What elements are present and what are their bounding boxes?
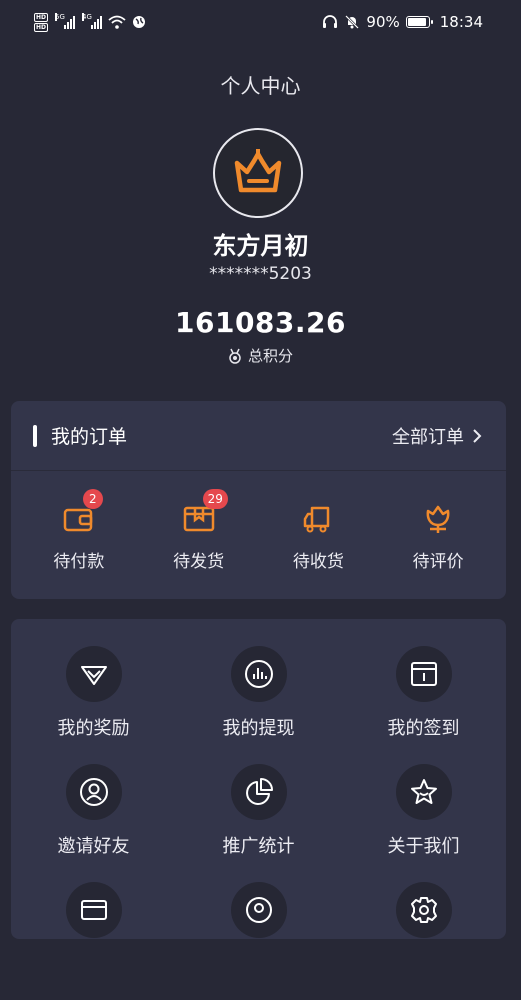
order-label: 待发货 bbox=[173, 552, 225, 572]
medal-icon bbox=[229, 348, 241, 364]
status-right: 90% 18:34 bbox=[322, 13, 483, 31]
menu-my-checkin[interactable]: 我的签到 bbox=[341, 646, 506, 764]
order-label: 待收货 bbox=[292, 552, 344, 572]
clock: 18:34 bbox=[439, 13, 483, 31]
all-orders-link[interactable]: 全部订单 bbox=[392, 423, 482, 449]
settings-icon bbox=[410, 897, 437, 923]
order-pending-review[interactable]: 待评价 bbox=[383, 503, 493, 572]
avatar[interactable] bbox=[213, 128, 303, 218]
bell-off-icon bbox=[345, 15, 360, 29]
order-pending-receipt[interactable]: 待收货 bbox=[263, 503, 373, 572]
orders-status-row: 2 待付款 29 待发货 待收货 待评价 bbox=[11, 489, 506, 572]
menu-icon-bg bbox=[230, 646, 287, 702]
signal-icon: 5G bbox=[55, 13, 76, 29]
crown-icon bbox=[234, 149, 282, 193]
badge-count: 2 bbox=[82, 489, 103, 509]
menu-label: 邀请好友 bbox=[57, 836, 130, 857]
wifi-icon bbox=[108, 15, 126, 29]
card-icon bbox=[80, 900, 107, 920]
status-bar: HD HD 5G 4G 90% 18:34 bbox=[0, 0, 521, 44]
badge-count: 29 bbox=[202, 489, 228, 509]
orders-title-text: 我的订单 bbox=[51, 426, 128, 448]
menu-icon-bg bbox=[65, 646, 122, 702]
truck-icon bbox=[304, 506, 330, 533]
battery-percent: 90% bbox=[366, 13, 400, 31]
menu-icon-bg bbox=[230, 882, 287, 938]
order-label: 待付款 bbox=[53, 552, 105, 572]
menu-icon-bg bbox=[395, 882, 452, 938]
diamond-icon bbox=[80, 666, 107, 685]
menu-label: 我的提现 bbox=[222, 718, 295, 739]
status-left: HD HD 5G 4G bbox=[34, 12, 146, 32]
headphones-icon bbox=[323, 15, 338, 28]
location-icon bbox=[245, 897, 272, 923]
order-pending-shipment[interactable]: 29 待发货 bbox=[144, 489, 254, 572]
menu-label: 我的签到 bbox=[387, 718, 460, 739]
menu-item-9[interactable] bbox=[341, 882, 506, 1000]
menu-label: 我的奖励 bbox=[57, 718, 130, 739]
menu-grid: 我的奖励 我的提现 我的签到 邀请好友 推广统计 关于我们 bbox=[11, 619, 506, 1000]
menu-icon-bg bbox=[65, 882, 122, 938]
menu-invite-friends[interactable]: 邀请好友 bbox=[11, 764, 176, 882]
order-pending-payment[interactable]: 2 待付款 bbox=[24, 489, 134, 572]
menu-label: 推广统计 bbox=[222, 836, 295, 857]
menu-about-us[interactable]: 关于我们 bbox=[341, 764, 506, 882]
points-value: 161083.26 bbox=[175, 306, 346, 339]
orders-card: 我的订单 全部订单 2 待付款 29 待发货 待收货 待评价 bbox=[11, 401, 506, 599]
menu-promo-stats[interactable]: 推广统计 bbox=[176, 764, 341, 882]
page-title: 个人中心 bbox=[220, 74, 301, 98]
menu-icon-bg bbox=[395, 764, 452, 820]
menu-label: 关于我们 bbox=[387, 836, 460, 857]
phone-number: *******5203 bbox=[209, 264, 312, 284]
menu-my-rewards[interactable]: 我的奖励 bbox=[11, 646, 176, 764]
orders-header: 我的订单 全部订单 bbox=[11, 401, 506, 471]
globe-icon bbox=[133, 16, 146, 28]
signal-icon-2: 4G bbox=[82, 13, 103, 29]
menu-icon-bg bbox=[65, 764, 122, 820]
accent-bar bbox=[33, 424, 37, 447]
all-orders-label: 全部订单 bbox=[392, 426, 464, 448]
star-icon bbox=[410, 779, 437, 804]
calendar-icon bbox=[410, 662, 437, 686]
order-label: 待评价 bbox=[412, 552, 464, 572]
menu-icon-bg bbox=[230, 764, 287, 820]
username: 东方月初 bbox=[212, 232, 309, 260]
menu-icon-bg bbox=[395, 646, 452, 702]
points-label: 总积分 bbox=[0, 345, 521, 366]
orders-title: 我的订单 bbox=[33, 422, 127, 449]
menu-my-withdrawal[interactable]: 我的提现 bbox=[176, 646, 341, 764]
battery-icon bbox=[405, 16, 433, 28]
points-label-text: 总积分 bbox=[247, 347, 293, 365]
pie-chart-icon bbox=[245, 778, 273, 805]
menu-item-8[interactable] bbox=[176, 882, 341, 1000]
bar-chart-icon bbox=[244, 660, 273, 688]
menu-item-7[interactable] bbox=[11, 882, 176, 1000]
menu-card: 我的奖励 我的提现 我的签到 邀请好友 推广统计 关于我们 bbox=[11, 619, 506, 939]
flower-icon bbox=[426, 505, 450, 533]
user-icon bbox=[79, 778, 108, 806]
chevron-right-icon bbox=[473, 428, 482, 443]
hd-icon: HD HD bbox=[34, 12, 49, 32]
